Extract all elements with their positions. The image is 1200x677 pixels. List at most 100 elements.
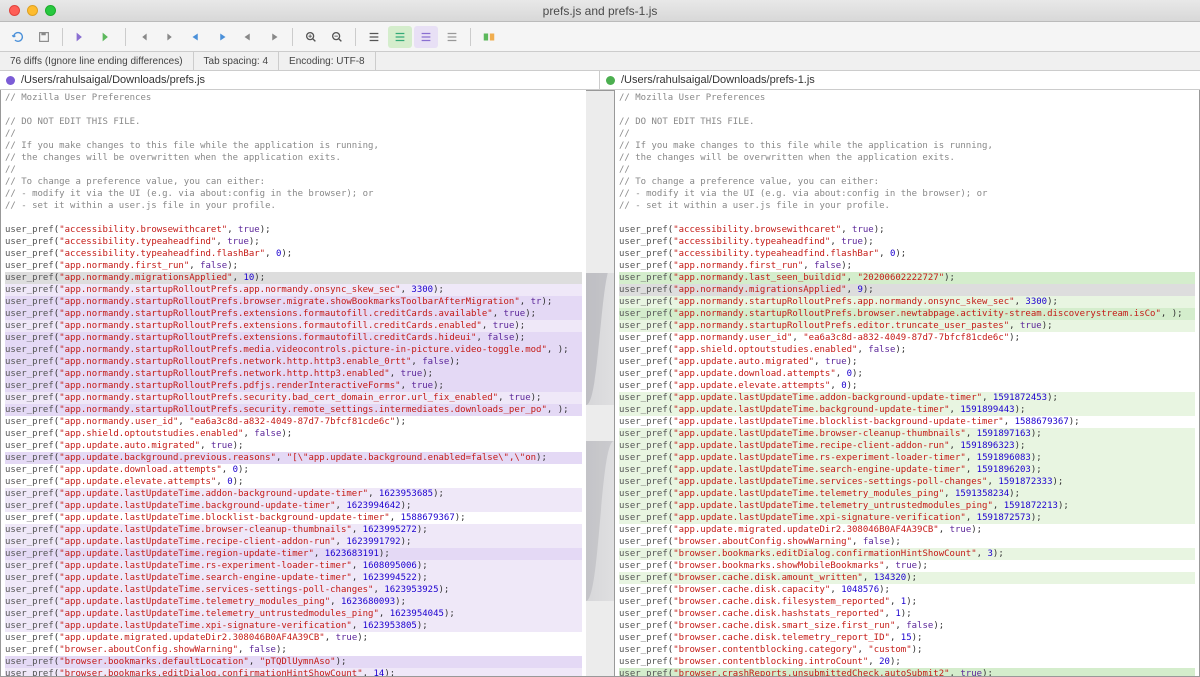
code-line[interactable]: user_pref("browser.bookmarks.showMobileB… bbox=[619, 560, 1195, 572]
code-line[interactable]: user_pref("app.normandy.startupRolloutPr… bbox=[5, 332, 582, 344]
code-line[interactable]: user_pref("app.normandy.startupRolloutPr… bbox=[5, 392, 582, 404]
code-line[interactable]: user_pref("browser.contentblocking.intro… bbox=[619, 656, 1195, 668]
minimize-window-button[interactable] bbox=[27, 5, 38, 16]
copy-right-button[interactable] bbox=[95, 26, 119, 48]
code-line[interactable]: user_pref("browser.bookmarks.defaultLoca… bbox=[5, 656, 582, 668]
diff-gutter[interactable] bbox=[586, 90, 614, 677]
code-line[interactable]: user_pref("app.normandy.startupRolloutPr… bbox=[5, 404, 582, 416]
code-line[interactable]: user_pref("app.normandy.last_seen_buildi… bbox=[619, 272, 1195, 284]
code-line[interactable]: user_pref("app.normandy.user_id", "ea6a3… bbox=[619, 332, 1195, 344]
right-pane[interactable]: // Mozilla User Preferences // DO NOT EDI… bbox=[614, 90, 1200, 677]
code-line[interactable]: // bbox=[5, 164, 582, 176]
zoom-out-button[interactable] bbox=[325, 26, 349, 48]
code-line[interactable]: user_pref("browser.cache.disk.smart_size… bbox=[619, 620, 1195, 632]
code-line[interactable]: // To change a preference value, you can… bbox=[5, 176, 582, 188]
code-line[interactable]: // bbox=[5, 128, 582, 140]
code-line[interactable]: user_pref("app.normandy.startupRolloutPr… bbox=[5, 380, 582, 392]
list-view-icon[interactable] bbox=[362, 26, 386, 48]
code-line[interactable]: user_pref("app.normandy.migrationsApplie… bbox=[619, 284, 1195, 296]
code-line[interactable]: // Mozilla User Preferences bbox=[619, 92, 1195, 104]
code-line[interactable]: // DO NOT EDIT THIS FILE. bbox=[5, 116, 582, 128]
code-line[interactable]: // - set it within a user.js file in you… bbox=[5, 200, 582, 212]
next-diff-button[interactable] bbox=[184, 26, 208, 48]
zoom-in-button[interactable] bbox=[299, 26, 323, 48]
code-line[interactable]: user_pref("app.normandy.startupRolloutPr… bbox=[619, 320, 1195, 332]
highlight-right-button[interactable] bbox=[440, 26, 464, 48]
code-line[interactable]: // DO NOT EDIT THIS FILE. bbox=[619, 116, 1195, 128]
highlight-left-button[interactable] bbox=[414, 26, 438, 48]
code-line[interactable]: user_pref("app.normandy.startupRolloutPr… bbox=[5, 344, 582, 356]
code-line[interactable]: user_pref("app.update.migrated.updateDir… bbox=[5, 632, 582, 644]
code-line[interactable]: user_pref("app.normandy.startupRolloutPr… bbox=[5, 320, 582, 332]
swap-panes-button[interactable] bbox=[477, 26, 501, 48]
code-line[interactable]: user_pref("app.shield.optoutstudies.enab… bbox=[5, 428, 582, 440]
code-line[interactable]: user_pref("app.update.download.attempts"… bbox=[619, 368, 1195, 380]
code-line[interactable]: // If you make changes to this file whil… bbox=[619, 140, 1195, 152]
code-line[interactable]: user_pref("app.update.background.previou… bbox=[5, 452, 582, 464]
close-window-button[interactable] bbox=[9, 5, 20, 16]
first-diff-button[interactable] bbox=[132, 26, 156, 48]
code-line[interactable]: user_pref("app.update.lastUpdateTime.bac… bbox=[5, 500, 582, 512]
refresh-button[interactable] bbox=[6, 26, 30, 48]
code-line[interactable]: user_pref("app.update.auto.migrated", tr… bbox=[5, 440, 582, 452]
code-line[interactable]: user_pref("app.update.lastUpdateTime.tel… bbox=[619, 488, 1195, 500]
code-line[interactable]: user_pref("app.update.lastUpdateTime.tel… bbox=[5, 596, 582, 608]
code-line[interactable]: user_pref("browser.bookmarks.editDialog.… bbox=[5, 668, 582, 677]
code-line[interactable]: user_pref("app.update.lastUpdateTime.tel… bbox=[619, 500, 1195, 512]
code-line[interactable]: user_pref("app.update.download.attempts"… bbox=[5, 464, 582, 476]
code-line[interactable]: user_pref("app.shield.optoutstudies.enab… bbox=[619, 344, 1195, 356]
code-line[interactable]: user_pref("accessibility.typeaheadfind",… bbox=[619, 236, 1195, 248]
code-line[interactable]: user_pref("app.update.lastUpdateTime.sea… bbox=[619, 464, 1195, 476]
code-line[interactable]: user_pref("app.normandy.startupRolloutPr… bbox=[5, 296, 582, 308]
code-line[interactable]: user_pref("accessibility.typeaheadfind.f… bbox=[619, 248, 1195, 260]
code-line[interactable]: user_pref("app.update.elevate.attempts",… bbox=[619, 380, 1195, 392]
code-line[interactable]: user_pref("app.update.migrated.updateDir… bbox=[619, 524, 1195, 536]
code-line[interactable] bbox=[619, 212, 1195, 224]
copy-left-button[interactable] bbox=[69, 26, 93, 48]
code-line[interactable]: user_pref("app.normandy.first_run", fals… bbox=[5, 260, 582, 272]
code-line[interactable] bbox=[5, 212, 582, 224]
prev-conflict-button[interactable] bbox=[262, 26, 286, 48]
code-line[interactable]: user_pref("accessibility.typeaheadfind",… bbox=[5, 236, 582, 248]
code-line[interactable]: user_pref("app.update.lastUpdateTime.bac… bbox=[619, 404, 1195, 416]
code-line[interactable]: user_pref("browser.cache.disk.hashstats_… bbox=[619, 608, 1195, 620]
code-line[interactable]: user_pref("app.update.lastUpdateTime.xpi… bbox=[619, 512, 1195, 524]
save-button[interactable] bbox=[32, 26, 56, 48]
code-line[interactable]: user_pref("app.normandy.startupRolloutPr… bbox=[619, 308, 1195, 320]
prev-diff-button[interactable] bbox=[210, 26, 234, 48]
code-line[interactable]: user_pref("app.normandy.startupRolloutPr… bbox=[5, 356, 582, 368]
code-line[interactable]: user_pref("app.normandy.startupRolloutPr… bbox=[619, 296, 1195, 308]
code-line[interactable]: // bbox=[619, 164, 1195, 176]
code-line[interactable]: // - modify it via the UI (e.g. via abou… bbox=[5, 188, 582, 200]
code-line[interactable]: user_pref("accessibility.browsewithcaret… bbox=[5, 224, 582, 236]
code-line[interactable]: user_pref("browser.aboutConfig.showWarni… bbox=[5, 644, 582, 656]
maximize-window-button[interactable] bbox=[45, 5, 56, 16]
code-line[interactable]: user_pref("app.update.lastUpdateTime.blo… bbox=[5, 512, 582, 524]
code-line[interactable]: user_pref("app.update.lastUpdateTime.rs-… bbox=[619, 452, 1195, 464]
code-line[interactable] bbox=[5, 104, 582, 116]
code-line[interactable]: user_pref("accessibility.browsewithcaret… bbox=[619, 224, 1195, 236]
code-line[interactable]: user_pref("app.normandy.migrationsApplie… bbox=[5, 272, 582, 284]
code-line[interactable]: user_pref("app.normandy.startupRolloutPr… bbox=[5, 308, 582, 320]
code-line[interactable]: user_pref("app.normandy.startupRolloutPr… bbox=[5, 368, 582, 380]
code-line[interactable]: // - modify it via the UI (e.g. via abou… bbox=[619, 188, 1195, 200]
code-line[interactable]: user_pref("app.update.lastUpdateTime.blo… bbox=[619, 416, 1195, 428]
code-line[interactable]: user_pref("app.update.lastUpdateTime.ser… bbox=[619, 476, 1195, 488]
code-line[interactable]: user_pref("app.update.lastUpdateTime.ser… bbox=[5, 584, 582, 596]
code-line[interactable]: user_pref("app.update.lastUpdateTime.add… bbox=[5, 488, 582, 500]
next-conflict-button[interactable] bbox=[236, 26, 260, 48]
left-file-path[interactable]: /Users/rahulsaigal/Downloads/prefs.js bbox=[0, 71, 600, 89]
code-line[interactable]: user_pref("app.normandy.user_id", "ea6a3… bbox=[5, 416, 582, 428]
code-line[interactable]: user_pref("browser.cache.disk.filesystem… bbox=[619, 596, 1195, 608]
code-line[interactable]: user_pref("app.update.lastUpdateTime.rec… bbox=[5, 536, 582, 548]
left-pane[interactable]: // Mozilla User Preferences // DO NOT EDI… bbox=[0, 90, 586, 677]
code-line[interactable]: // the changes will be overwritten when … bbox=[5, 152, 582, 164]
code-line[interactable]: user_pref("app.update.auto.migrated", tr… bbox=[619, 356, 1195, 368]
code-line[interactable]: user_pref("app.update.lastUpdateTime.rec… bbox=[619, 440, 1195, 452]
code-line[interactable]: user_pref("browser.cache.disk.capacity",… bbox=[619, 584, 1195, 596]
code-line[interactable]: // If you make changes to this file whil… bbox=[5, 140, 582, 152]
code-line[interactable]: user_pref("accessibility.typeaheadfind.f… bbox=[5, 248, 582, 260]
code-line[interactable]: user_pref("app.update.lastUpdateTime.reg… bbox=[5, 548, 582, 560]
code-line[interactable]: // Mozilla User Preferences bbox=[5, 92, 582, 104]
code-line[interactable]: user_pref("app.update.lastUpdateTime.bro… bbox=[5, 524, 582, 536]
